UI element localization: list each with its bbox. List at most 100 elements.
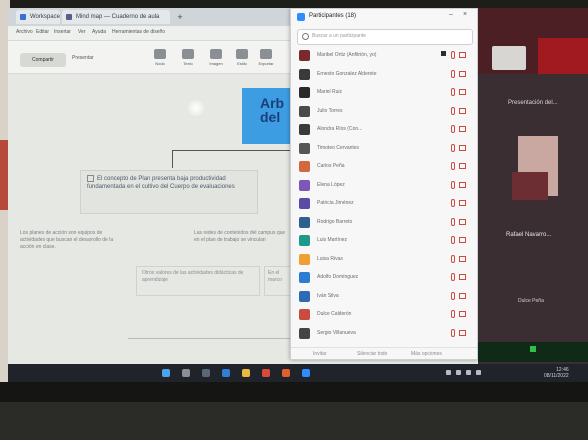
participant-name: Luis Martínez bbox=[317, 237, 348, 243]
participant-row[interactable]: Rodrigo Barreto bbox=[291, 214, 477, 231]
microphone-muted-icon[interactable] bbox=[451, 328, 455, 337]
zoom-app-icon bbox=[297, 13, 305, 21]
camera-off-icon[interactable] bbox=[459, 329, 466, 336]
node-checkbox-icon[interactable] bbox=[87, 175, 94, 182]
camera-off-icon[interactable] bbox=[459, 144, 466, 151]
search-input[interactable]: Buscar a un participante bbox=[312, 33, 462, 39]
microphone-muted-icon[interactable] bbox=[451, 69, 455, 78]
participant-row[interactable]: Dulce Calderón bbox=[291, 306, 477, 323]
app-icon[interactable] bbox=[282, 369, 290, 377]
share-button[interactable]: Compartir bbox=[20, 53, 66, 67]
camera-off-icon[interactable] bbox=[459, 181, 466, 188]
mindmap-mid-text[interactable]: Las redes de contenidos del campus que e… bbox=[194, 230, 290, 244]
participant-row[interactable]: Mariel Ruiz bbox=[291, 84, 477, 101]
camera-off-icon[interactable] bbox=[459, 255, 466, 262]
participant-row[interactable]: Patricia Jiménez bbox=[291, 195, 477, 212]
menu-item-insertar[interactable]: Insertar bbox=[54, 29, 71, 35]
participant-row[interactable]: Luis Martínez bbox=[291, 232, 477, 249]
mindmap-main-node[interactable]: El concepto de Plan presenta baja produc… bbox=[80, 170, 258, 214]
microphone-muted-icon[interactable] bbox=[451, 310, 455, 318]
panel-titlebar[interactable]: Participantes (18) – × bbox=[291, 9, 477, 25]
mindmap-lower-node-2[interactable]: En el marco bbox=[264, 266, 292, 296]
camera-off-icon[interactable] bbox=[459, 70, 466, 77]
camera-off-icon[interactable] bbox=[459, 237, 466, 243]
participant-row[interactable]: Maribel Ortiz (Anfitrión, yo) bbox=[291, 47, 477, 64]
microphone-muted-icon[interactable] bbox=[451, 254, 455, 263]
avatar bbox=[299, 124, 310, 135]
zoom-icon[interactable] bbox=[302, 369, 310, 377]
node-tool-button[interactable]: Nodo bbox=[148, 49, 172, 66]
minimize-icon[interactable]: – bbox=[449, 11, 453, 18]
camera-off-icon[interactable] bbox=[459, 89, 466, 95]
menu-item-ayuda[interactable]: Ayuda bbox=[92, 29, 106, 35]
mute-all-button[interactable]: Silenciar todo bbox=[357, 351, 387, 357]
microphone-muted-icon[interactable] bbox=[451, 125, 455, 133]
participant-row[interactable]: Alondra Ríos (Con... bbox=[291, 121, 477, 138]
menu-item-editar[interactable]: Editar bbox=[36, 29, 49, 35]
menu-item-archivo[interactable]: Archivo bbox=[16, 29, 33, 35]
more-options-button[interactable]: Más opciones bbox=[411, 351, 442, 357]
tool-label: Imagen bbox=[209, 61, 223, 66]
camera-off-icon[interactable] bbox=[459, 218, 466, 225]
microphone-muted-icon[interactable] bbox=[451, 180, 455, 189]
image-tool-button[interactable]: Imagen bbox=[204, 49, 228, 66]
camera-off-icon[interactable] bbox=[459, 274, 466, 280]
camera-off-icon[interactable] bbox=[459, 52, 466, 58]
microphone-muted-icon[interactable] bbox=[451, 51, 455, 59]
app-icon[interactable] bbox=[262, 369, 270, 377]
participant-row[interactable]: Sergio Villanueva bbox=[291, 325, 477, 342]
participant-row[interactable]: Elena López bbox=[291, 177, 477, 194]
participant-row[interactable]: Julio Torres bbox=[291, 103, 477, 120]
mindmap-connector bbox=[172, 150, 173, 168]
participant-row[interactable]: Timoteo Cervantes bbox=[291, 140, 477, 157]
microphone-muted-icon[interactable] bbox=[451, 217, 455, 226]
microphone-muted-icon[interactable] bbox=[451, 236, 455, 244]
battery-icon[interactable] bbox=[476, 370, 481, 375]
participant-row[interactable]: Luisa Rivas bbox=[291, 251, 477, 268]
microphone-muted-icon[interactable] bbox=[451, 199, 455, 207]
mindmap-left-text[interactable]: Los planes de acción son equipos de acti… bbox=[20, 230, 120, 251]
file-explorer-icon[interactable] bbox=[242, 369, 250, 377]
tray-chevron-icon[interactable] bbox=[446, 370, 451, 375]
menu-item-herramientas[interactable]: Herramientas de diseño bbox=[112, 29, 165, 35]
windows-start-icon[interactable] bbox=[162, 369, 170, 377]
participant-row[interactable]: Carlos Peña bbox=[291, 158, 477, 175]
camera-off-icon[interactable] bbox=[459, 311, 466, 317]
microphone-muted-icon[interactable] bbox=[451, 162, 455, 170]
style-tool-button[interactable]: Estilo bbox=[230, 49, 254, 66]
text-tool-button[interactable]: Texto bbox=[176, 49, 200, 66]
microphone-muted-icon[interactable] bbox=[451, 106, 455, 115]
camera-off-icon[interactable] bbox=[459, 107, 466, 114]
participant-row[interactable]: Ernesto Gonzalez Alderete bbox=[291, 66, 477, 83]
volume-icon[interactable] bbox=[466, 370, 471, 375]
microphone-muted-icon[interactable] bbox=[451, 273, 455, 281]
microphone-muted-icon[interactable] bbox=[451, 143, 455, 152]
browser-tab-1[interactable]: Workspace Home bbox=[16, 10, 60, 34]
browser-icon[interactable] bbox=[222, 369, 230, 377]
image-icon bbox=[210, 49, 222, 59]
microphone-muted-icon[interactable] bbox=[451, 291, 455, 300]
participant-row[interactable]: Iván Silva bbox=[291, 288, 477, 305]
participant-name: Dulce Calderón bbox=[317, 311, 352, 317]
present-button[interactable]: Presentar bbox=[72, 55, 94, 61]
profile-button[interactable] bbox=[492, 46, 526, 70]
camera-off-icon[interactable] bbox=[459, 163, 466, 169]
camera-off-icon[interactable] bbox=[459, 292, 466, 299]
new-tab-icon[interactable]: + bbox=[174, 10, 186, 24]
camera-off-icon[interactable] bbox=[459, 126, 466, 132]
close-icon[interactable]: × bbox=[463, 11, 467, 18]
search-icon[interactable] bbox=[182, 369, 190, 377]
mindmap-lower-node[interactable]: Otros valores de las actividades didácti… bbox=[136, 266, 260, 296]
participant-search-box[interactable]: Buscar a un participante bbox=[297, 29, 473, 45]
browser-tab-2[interactable]: Mind map — Cuaderno de aula bbox=[62, 10, 170, 24]
microphone-muted-icon[interactable] bbox=[451, 88, 455, 96]
task-view-icon[interactable] bbox=[202, 369, 210, 377]
network-icon[interactable] bbox=[456, 370, 461, 375]
invite-button[interactable]: Invitar bbox=[313, 351, 327, 357]
menu-item-ver[interactable]: Ver bbox=[78, 29, 86, 35]
camera-off-icon[interactable] bbox=[459, 200, 466, 206]
taskbar-clock[interactable]: 12:46 08/11/2022 bbox=[544, 367, 569, 379]
export-tool-button[interactable]: Exportar bbox=[254, 49, 278, 66]
participant-row[interactable]: Adolfo Domínguez bbox=[291, 269, 477, 286]
avatar bbox=[299, 290, 310, 302]
